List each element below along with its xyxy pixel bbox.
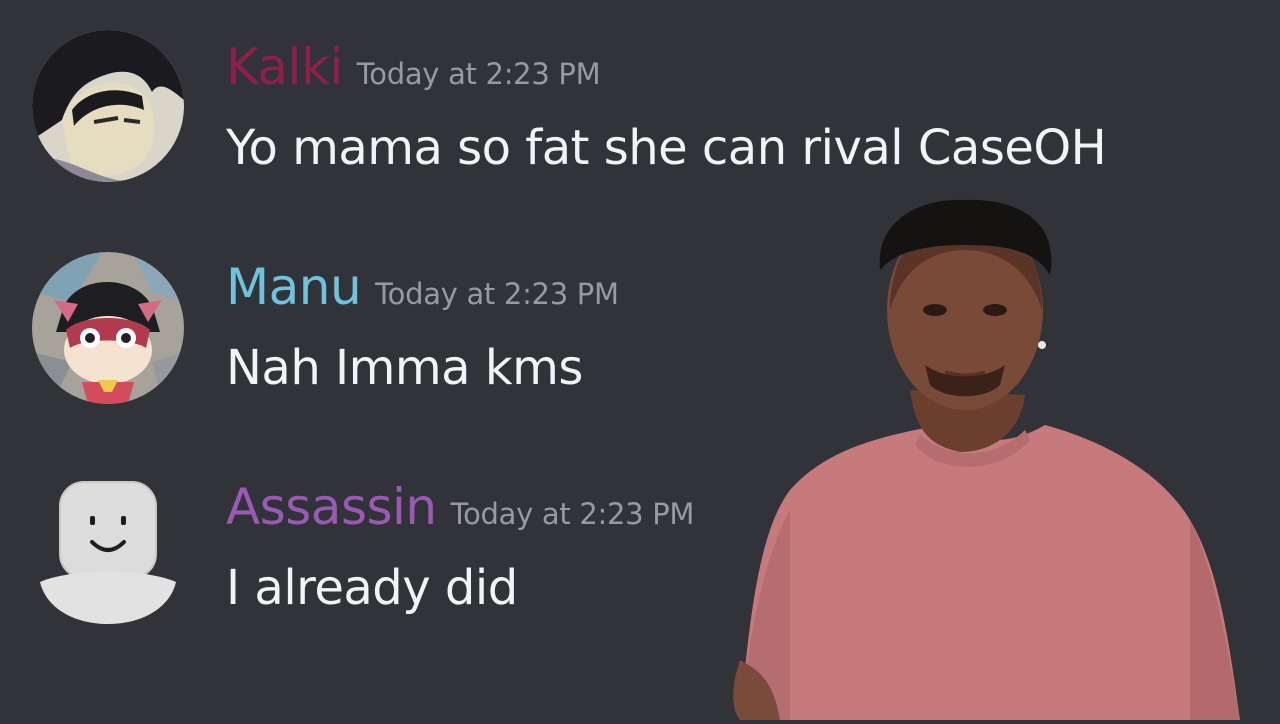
timestamp[interactable]: Today at 2:23 PM <box>357 57 601 91</box>
roblox-default-avatar-icon[interactable] <box>32 472 184 624</box>
timestamp[interactable]: Today at 2:23 PM <box>375 277 619 311</box>
message-content: I already did <box>226 560 518 616</box>
message-content: Nah Imma kms <box>226 340 583 396</box>
anime-dark-hair-avatar-icon[interactable] <box>32 30 184 182</box>
timestamp[interactable]: Today at 2:23 PM <box>451 497 695 531</box>
username[interactable]: Manu <box>226 258 362 316</box>
message-header: Kalki Today at 2:23 PM <box>226 38 601 96</box>
username[interactable]: Assassin <box>226 478 437 536</box>
message-header: Assassin Today at 2:23 PM <box>226 478 694 536</box>
message-content: Yo mama so fat she can rival CaseOH <box>226 120 1107 176</box>
username[interactable]: Kalki <box>226 38 343 96</box>
message-item: Kalki Today at 2:23 PM Yo mama so fat she… <box>0 0 1280 200</box>
man-in-pink-tshirt-photo <box>720 190 1260 720</box>
message-header: Manu Today at 2:23 PM <box>226 258 619 316</box>
masked-cartoon-avatar-icon[interactable] <box>32 252 184 404</box>
